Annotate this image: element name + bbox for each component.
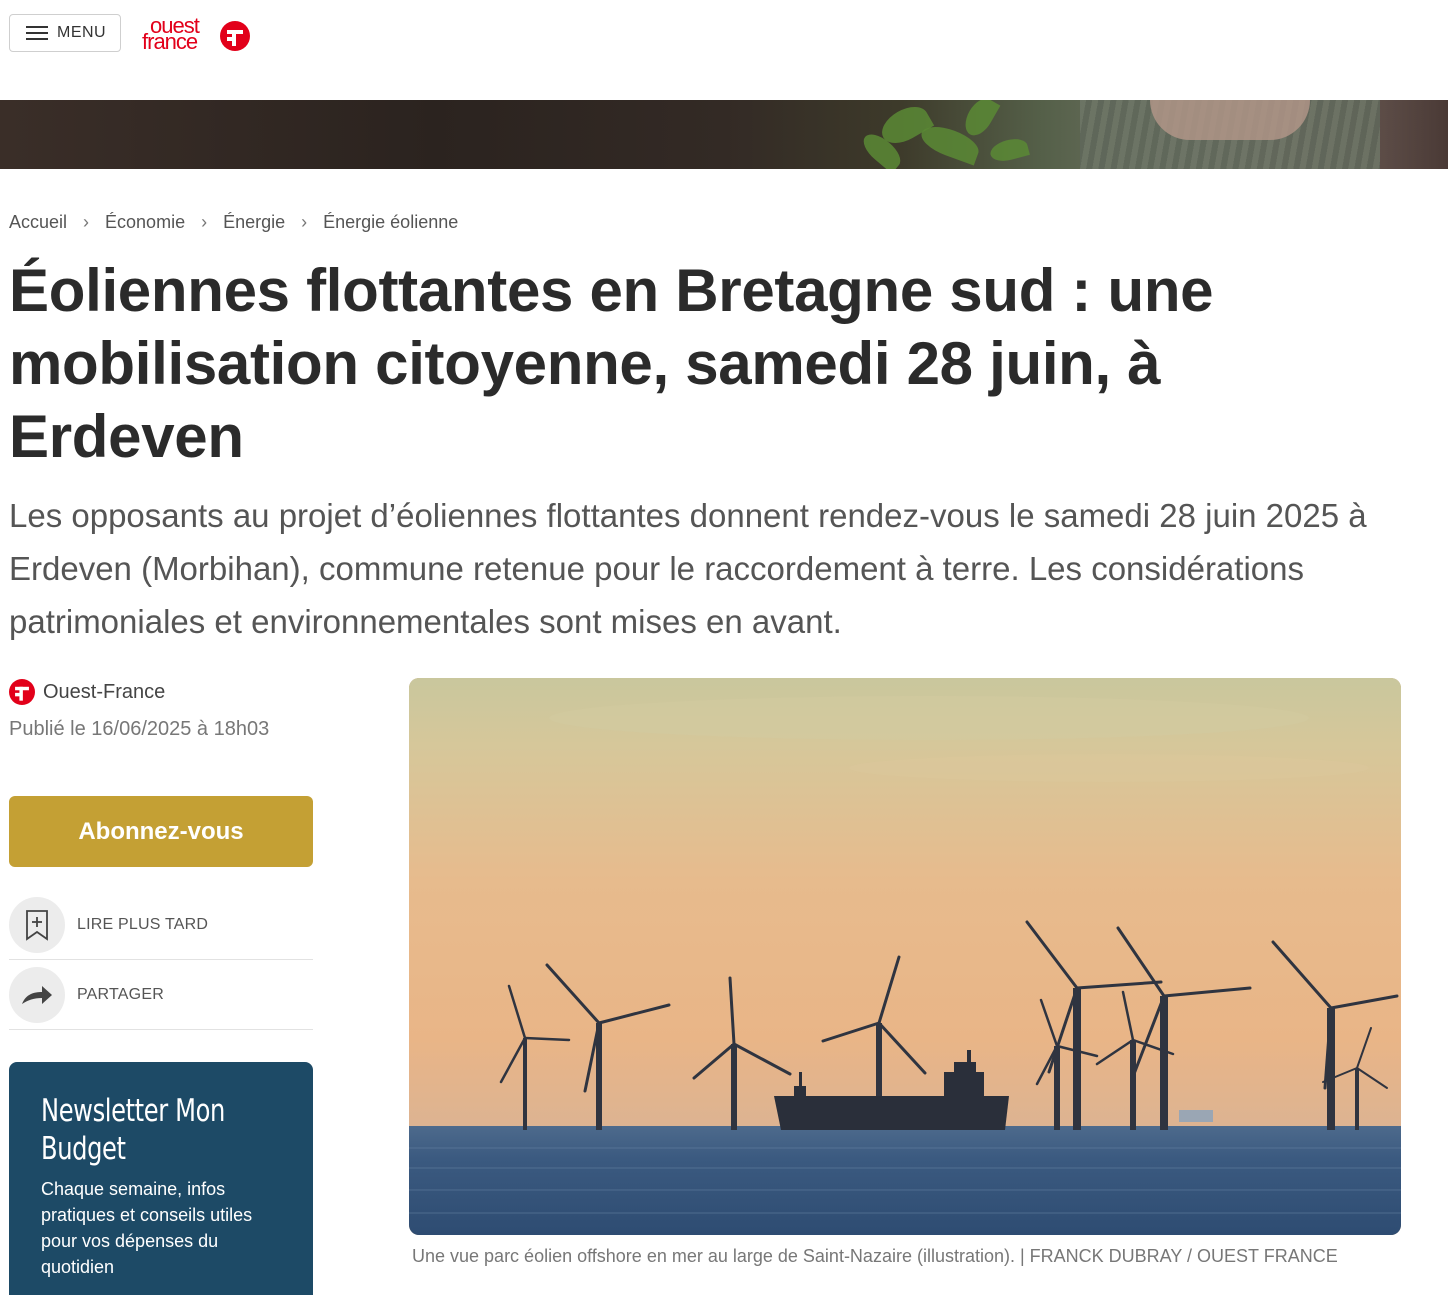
- logo-mark-icon: [220, 21, 250, 51]
- offshore-wind-farm-image: [409, 678, 1401, 1235]
- site-header: MENU ouest france: [0, 0, 1448, 100]
- breadcrumb-separator: ›: [83, 212, 90, 232]
- article-author[interactable]: Ouest-France: [9, 679, 165, 705]
- breadcrumb-separator: ›: [301, 212, 308, 232]
- article-image[interactable]: [409, 678, 1401, 1235]
- image-caption: Une vue parc éolien offshore en mer au l…: [412, 1246, 1338, 1266]
- article-title: Éoliennes flottantes en Bretagne sud : u…: [9, 257, 1214, 470]
- breadcrumb-energie[interactable]: Énergie: [223, 212, 285, 233]
- breadcrumb-separator: ›: [201, 212, 208, 232]
- logo-word-france: france: [142, 29, 198, 54]
- share-button[interactable]: PARTAGER: [9, 960, 313, 1030]
- author-name: Ouest-France: [43, 680, 166, 703]
- breadcrumb: Accueil › Économie › Énergie › Énergie é…: [9, 212, 458, 233]
- newsletter-description: Chaque semaine, infos pratiques et conse…: [41, 1179, 253, 1277]
- read-later-button[interactable]: LIRE PLUS TARD: [9, 890, 313, 960]
- newsletter-title: Newsletter Mon Budget: [41, 1093, 225, 1167]
- menu-button[interactable]: MENU: [9, 14, 121, 52]
- publish-date: Publié le 16/06/2025 à 18h03: [9, 718, 270, 740]
- ouest-france-icon: [9, 679, 35, 705]
- breadcrumb-energie-eolienne[interactable]: Énergie éolienne: [323, 212, 458, 233]
- share-arrow-icon: [9, 966, 65, 1023]
- banner-image[interactable]: [0, 100, 1448, 169]
- breadcrumb-accueil[interactable]: Accueil: [9, 212, 67, 233]
- share-label: PARTAGER: [77, 985, 164, 1003]
- subscribe-button[interactable]: Abonnez-vous: [9, 796, 313, 867]
- read-later-label: LIRE PLUS TARD: [77, 915, 209, 933]
- ouest-france-logo[interactable]: ouest france: [140, 15, 252, 56]
- bookmark-plus-icon: [9, 896, 65, 953]
- breadcrumb-economie[interactable]: Économie: [105, 212, 185, 233]
- newsletter-card[interactable]: Newsletter Mon Budget Chaque semaine, in…: [9, 1062, 313, 1295]
- menu-label: MENU: [57, 24, 107, 41]
- hamburger-icon: [26, 26, 48, 40]
- article-lead: Les opposants au projet d’éoliennes flot…: [9, 497, 1367, 640]
